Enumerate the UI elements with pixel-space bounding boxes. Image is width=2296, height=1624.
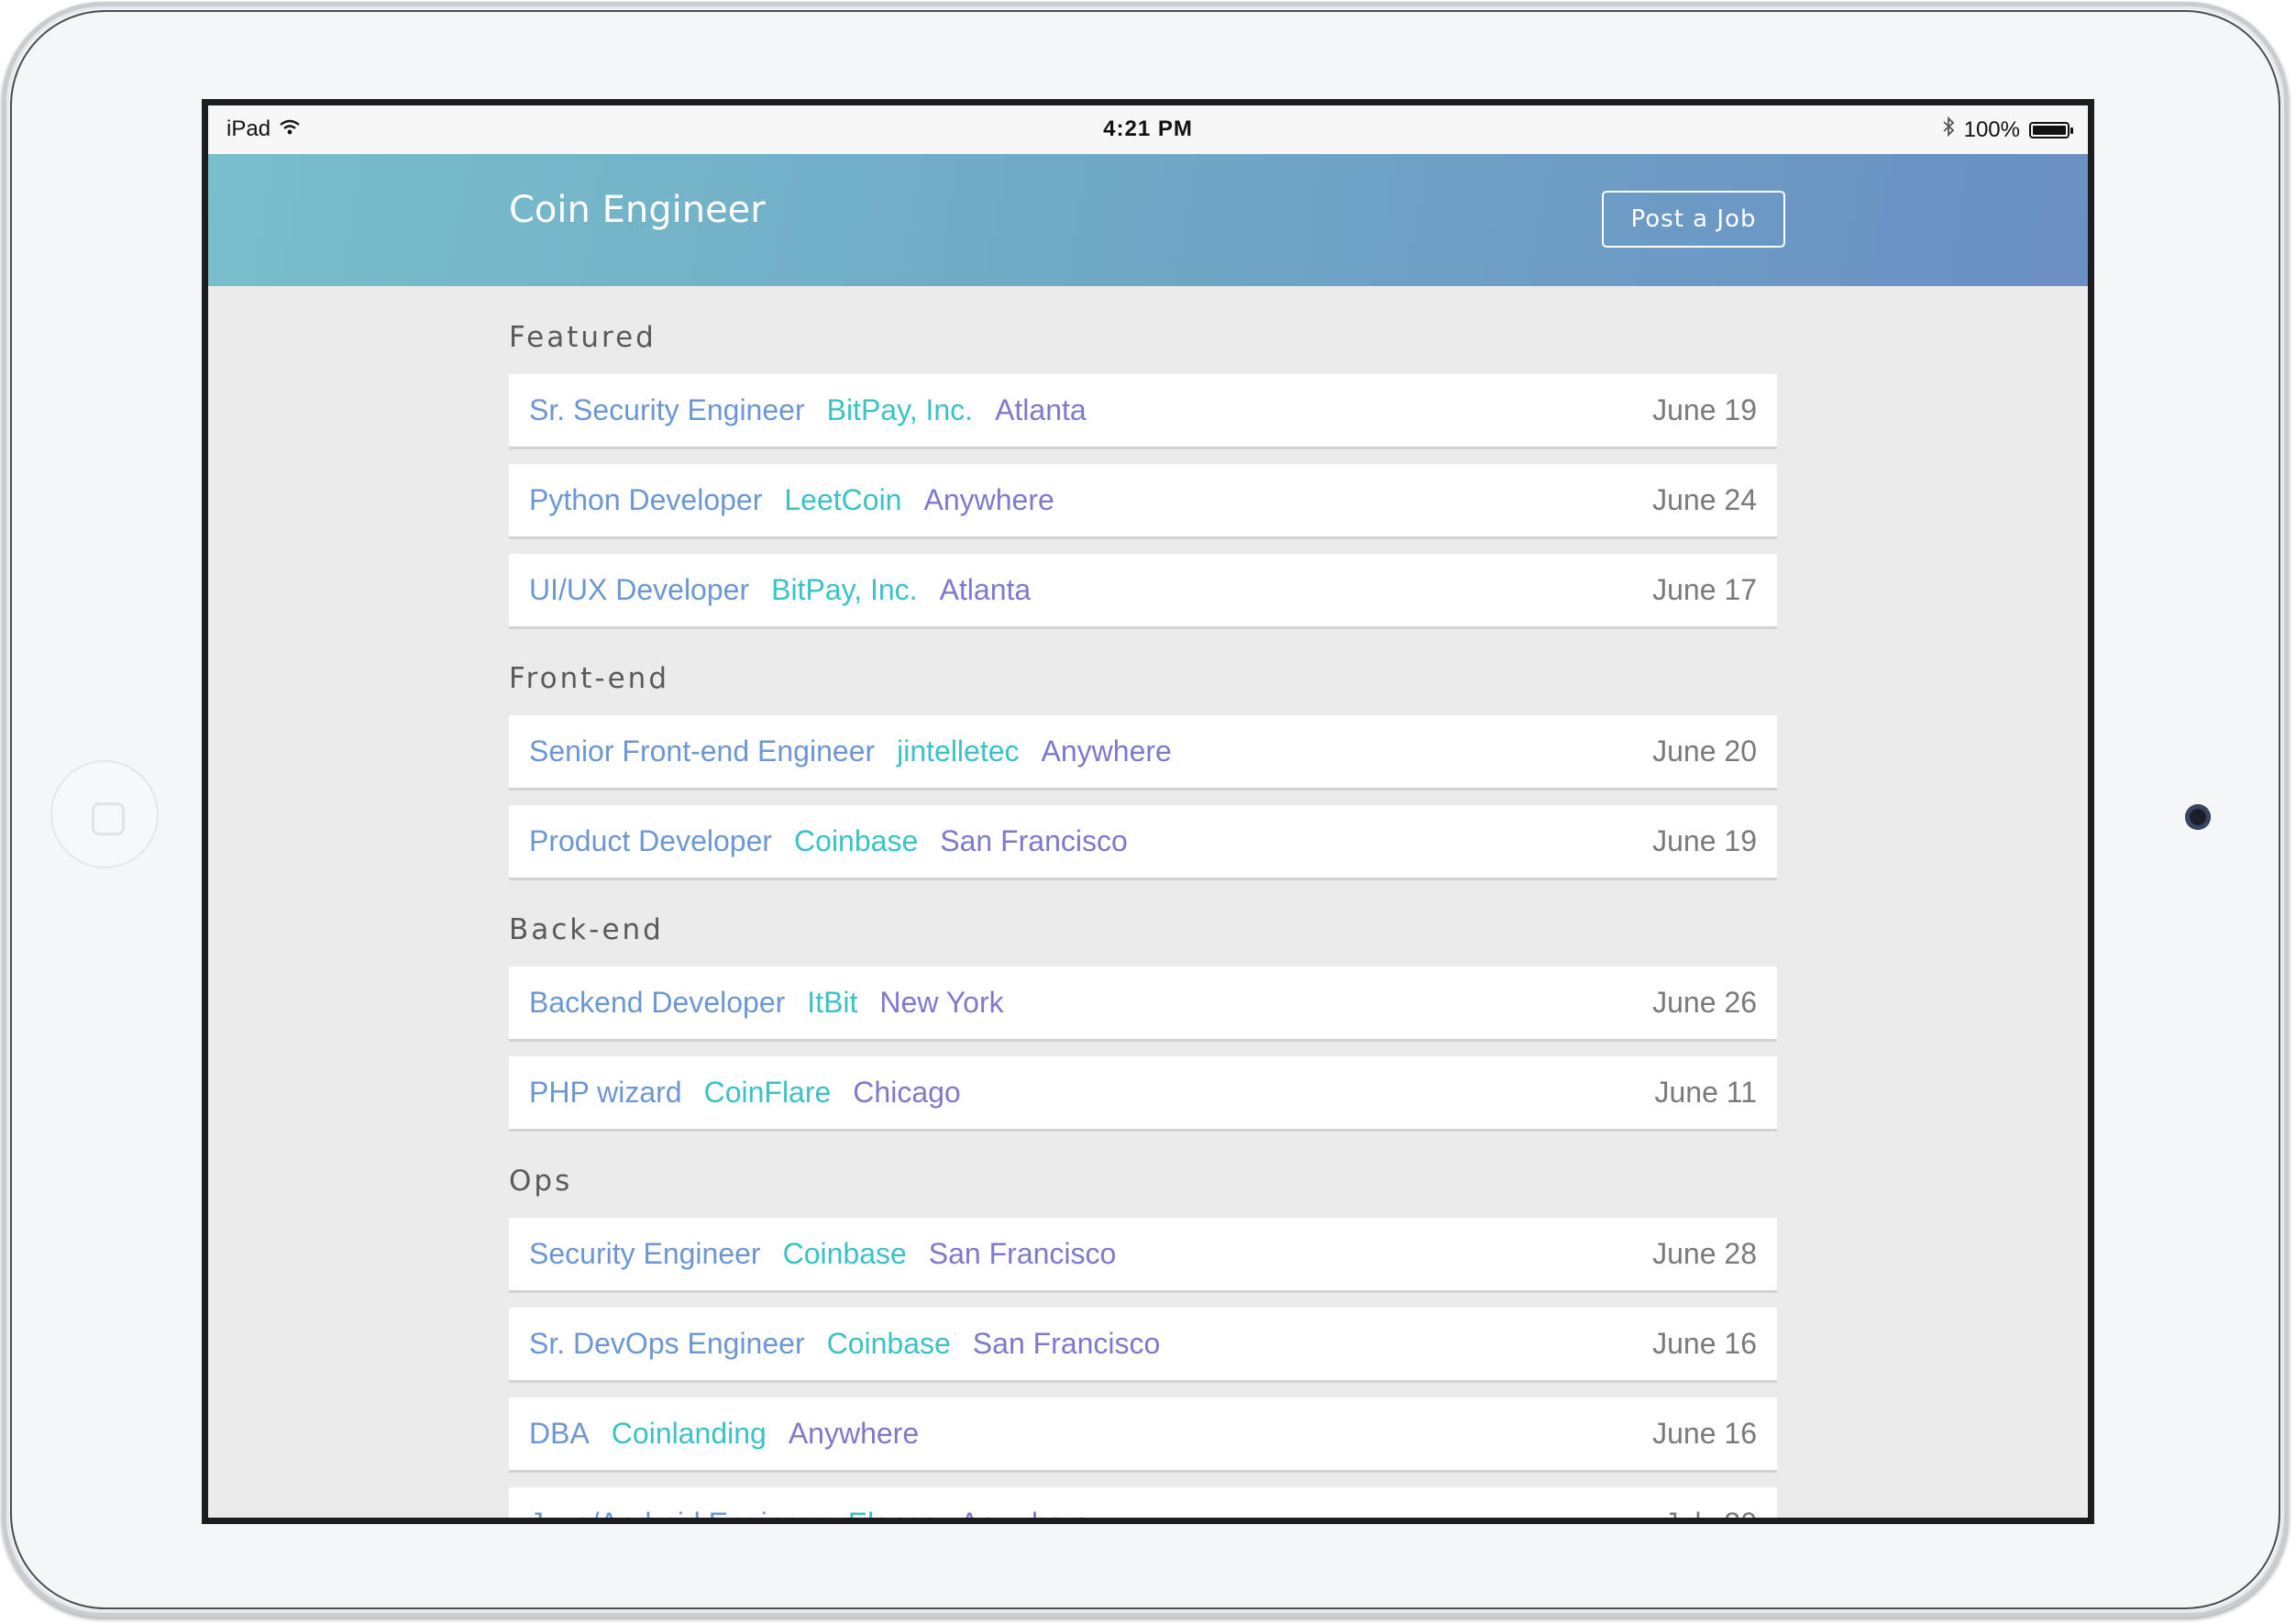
job-company[interactable]: BitPay, Inc.: [771, 573, 917, 607]
job-section: Ops Security Engineer Coinbase San Francisc…: [509, 1163, 1777, 1524]
status-time: 4:21 PM: [1103, 116, 1193, 141]
job-row[interactable]: Product Developer Coinbase San Francisco Ju…: [509, 805, 1777, 880]
job-title[interactable]: Senior Front-end Engineer: [529, 735, 875, 768]
status-bar: iPad 4:21 PM 100%: [208, 105, 2088, 154]
job-list: Featured Sr. Security Engineer BitPay, Inc…: [509, 286, 1777, 1524]
job-location[interactable]: Anywhere: [923, 483, 1054, 517]
job-title[interactable]: Product Developer: [529, 824, 772, 858]
job-section: Back-end Backend Developer ItBit New York Ju…: [509, 911, 1777, 1132]
bluetooth-icon: [1942, 116, 1955, 143]
job-section: Featured Sr. Security Engineer BitPay, Inc…: [509, 319, 1777, 629]
section-title: Back-end: [509, 913, 664, 946]
job-company[interactable]: LeetCoin: [784, 483, 901, 517]
job-date: June 19: [1652, 824, 1757, 857]
job-location[interactable]: Atlanta: [940, 573, 1032, 607]
job-date: June 11: [1654, 1076, 1758, 1109]
job-location[interactable]: New York: [879, 986, 1003, 1020]
job-title[interactable]: Backend Developer: [529, 986, 785, 1020]
job-location[interactable]: Anywhere: [1042, 735, 1172, 768]
job-title[interactable]: Java/Android Engineer: [529, 1507, 826, 1518]
job-row[interactable]: Security Engineer Coinbase San Francisco Ju…: [509, 1218, 1777, 1293]
job-date: June 16: [1652, 1327, 1757, 1360]
app-title[interactable]: Coin Engineer: [509, 189, 766, 231]
job-company[interactable]: Coinbase: [783, 1237, 907, 1271]
home-button[interactable]: [50, 760, 159, 868]
job-row[interactable]: PHP wizard CoinFlare Chicago June 11: [509, 1056, 1777, 1132]
job-row[interactable]: Backend Developer ItBit New York June 26: [509, 967, 1777, 1042]
job-company[interactable]: Elance: [848, 1507, 938, 1518]
job-row[interactable]: Python Developer LeetCoin Anywhere June 24: [509, 464, 1777, 539]
post-job-button[interactable]: Post a Job: [1602, 191, 1785, 248]
job-row[interactable]: DBA Coinlanding Anywhere June 16: [509, 1398, 1777, 1473]
job-row[interactable]: Sr. DevOps Engineer Coinbase San Francisco…: [509, 1308, 1777, 1383]
job-row[interactable]: Senior Front-end Engineer jintelletec Anyw…: [509, 715, 1777, 790]
battery-icon: [2029, 121, 2073, 138]
job-row[interactable]: UI/UX Developer BitPay, Inc. Atlanta June 1…: [509, 554, 1777, 629]
job-location[interactable]: San Francisco: [929, 1237, 1117, 1271]
front-camera: [2185, 804, 2211, 830]
job-company[interactable]: ItBit: [807, 986, 857, 1020]
job-location[interactable]: San Francisco: [973, 1327, 1161, 1361]
job-date: June 17: [1652, 573, 1757, 606]
job-row[interactable]: Java/Android Engineer Elance Anywhere July …: [509, 1487, 1777, 1524]
job-title[interactable]: Security Engineer: [529, 1237, 761, 1271]
job-location[interactable]: Anywhere: [789, 1417, 919, 1451]
job-company[interactable]: BitPay, Inc.: [827, 393, 973, 427]
job-company[interactable]: jintelletec: [897, 735, 1019, 768]
job-company[interactable]: Coinbase: [827, 1327, 951, 1361]
job-company[interactable]: Coinlanding: [612, 1417, 767, 1451]
job-title[interactable]: UI/UX Developer: [529, 573, 749, 607]
job-location[interactable]: Anywhere: [960, 1507, 1090, 1518]
job-company[interactable]: Coinbase: [794, 824, 918, 858]
job-date: June 26: [1652, 986, 1757, 1019]
section-title: Front-end: [509, 662, 669, 695]
job-section: Front-end Senior Front-end Engineer jintel…: [509, 660, 1777, 880]
job-title[interactable]: Python Developer: [529, 483, 762, 517]
job-title[interactable]: Sr. DevOps Engineer: [529, 1327, 805, 1361]
job-title[interactable]: PHP wizard: [529, 1076, 682, 1110]
job-location[interactable]: Atlanta: [995, 393, 1087, 427]
job-location[interactable]: Chicago: [853, 1076, 960, 1110]
ipad-screen: iPad 4:21 PM 100% Coin Engineer Post a J…: [202, 99, 2094, 1524]
app-header: Coin Engineer Post a Job: [208, 154, 2088, 286]
job-title[interactable]: Sr. Security Engineer: [529, 393, 805, 427]
section-title: Ops: [509, 1165, 573, 1198]
job-date: June 24: [1652, 483, 1757, 516]
job-date: June 16: [1652, 1417, 1757, 1450]
job-date: July 30: [1663, 1507, 1757, 1524]
job-company[interactable]: CoinFlare: [704, 1076, 832, 1110]
job-date: June 20: [1652, 735, 1757, 768]
job-location[interactable]: San Francisco: [940, 824, 1128, 858]
job-date: June 19: [1652, 393, 1757, 426]
section-title: Featured: [509, 321, 657, 354]
battery-percent: 100%: [1963, 116, 2020, 142]
job-row[interactable]: Sr. Security Engineer BitPay, Inc. Atlanta…: [509, 374, 1777, 449]
job-date: June 28: [1652, 1237, 1757, 1270]
battery-level: [2033, 125, 2066, 135]
job-title[interactable]: DBA: [529, 1417, 590, 1451]
